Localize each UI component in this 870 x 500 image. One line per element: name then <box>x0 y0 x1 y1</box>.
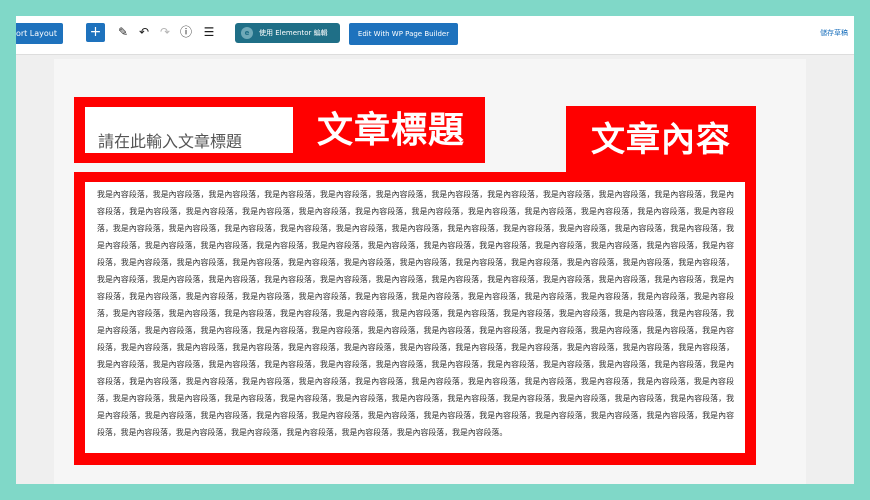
save-draft-link[interactable]: 儲存草稿 <box>820 28 848 38</box>
undo-icon: ↶ <box>138 25 150 39</box>
post-content-paragraph[interactable]: 我是內容段落，我是內容段落，我是內容段落，我是內容段落，我是內容段落，我是內容段… <box>85 182 745 453</box>
edit-with-wp-page-builder-button[interactable]: Edit With WP Page Builder <box>349 23 458 45</box>
redo-icon: ↷ <box>159 25 171 39</box>
import-layout-button[interactable]: port Layout <box>16 23 63 44</box>
tools-button[interactable]: ✎ <box>114 23 132 41</box>
list-view-button[interactable]: ☰ <box>200 23 218 41</box>
details-button[interactable]: ⓘ <box>177 23 195 41</box>
info-icon: ⓘ <box>179 25 192 39</box>
list-view-icon: ☰ <box>203 25 215 39</box>
elementor-button-label: 使用 Elementor 編輯 <box>259 29 328 37</box>
edit-with-elementor-button[interactable]: e 使用 Elementor 編輯 <box>235 23 340 43</box>
undo-button[interactable]: ↶ <box>135 23 153 41</box>
add-block-button[interactable]: + <box>86 23 105 42</box>
post-title-input[interactable] <box>85 107 293 153</box>
content-annotation-label: 文章內容 <box>591 120 731 160</box>
pencil-icon: ✎ <box>117 25 129 39</box>
editor-toolbar: port Layout + ✎ ↶ ↷ ⓘ ☰ e 使用 Elementor 編… <box>16 16 854 55</box>
redo-button[interactable]: ↷ <box>156 23 174 41</box>
title-annotation-label: 文章標題 <box>316 109 465 151</box>
plus-icon: + <box>89 24 102 40</box>
elementor-logo-icon: e <box>241 27 253 39</box>
